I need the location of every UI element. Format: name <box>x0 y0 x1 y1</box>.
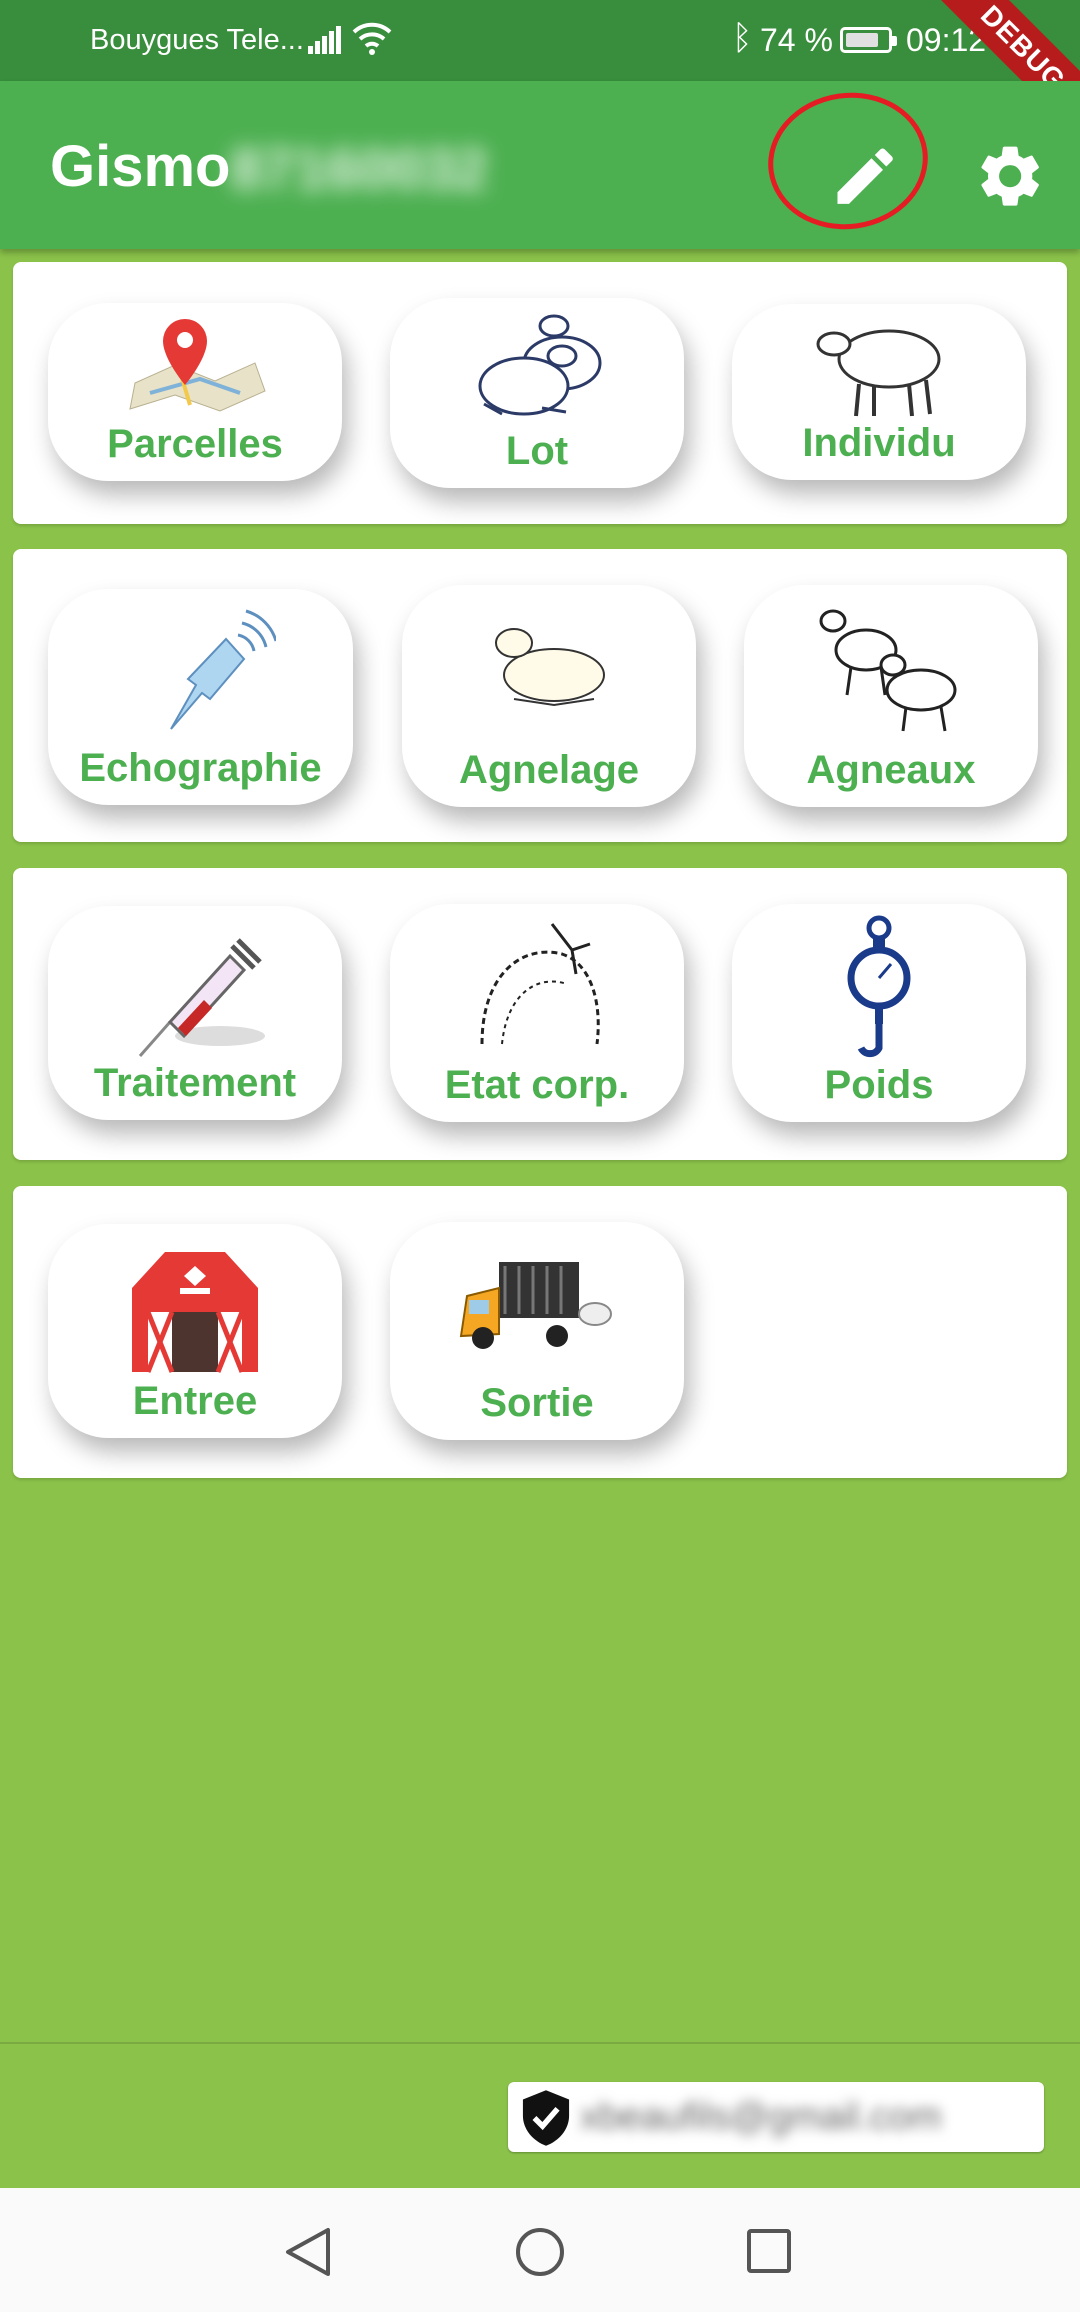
tile-echographie[interactable]: Echographie <box>48 589 353 805</box>
tile-etat-corp[interactable]: Etat corp. <box>390 904 684 1122</box>
app-title: Gismo <box>50 134 231 199</box>
tile-agnelage[interactable]: Agnelage <box>402 585 696 807</box>
map-pin-icon <box>129 319 266 412</box>
card-movements: Entree Sortie <box>13 1186 1067 1478</box>
tile-lot[interactable]: Lot <box>390 298 684 488</box>
pencil-icon <box>837 148 893 204</box>
barn-icon <box>132 1252 258 1373</box>
account-chip[interactable]: xbeaufils@gmail.com <box>508 2082 1044 2152</box>
system-navigation-bar <box>0 2188 1080 2312</box>
wifi-icon <box>352 22 392 55</box>
tile-label: Agnelage <box>458 748 640 792</box>
tile-traitement[interactable]: Traitement <box>48 906 342 1120</box>
card-reproduction: Echographie Agnelage Agneaux <box>13 549 1067 842</box>
account-email: xbeaufils@gmail.com <box>580 2096 942 2138</box>
tile-entree[interactable]: Entree <box>48 1224 342 1438</box>
lamb-lying-icon <box>495 628 605 707</box>
battery-percentage: 74 % <box>760 22 833 58</box>
tile-label: Echographie <box>79 746 322 790</box>
card-health: Traitement Etat corp. Poids <box>13 868 1067 1160</box>
tile-label: Etat corp. <box>444 1063 630 1107</box>
tile-label: Individu <box>802 421 956 465</box>
tile-agneaux[interactable]: Agneaux <box>744 585 1038 807</box>
tile-label: Traitement <box>93 1061 297 1105</box>
syringe-icon <box>138 938 265 1057</box>
battery-icon <box>840 27 897 53</box>
edit-button[interactable] <box>820 131 910 221</box>
tile-parcelles[interactable]: Parcelles <box>48 303 342 481</box>
body-condition-icon <box>480 923 600 1045</box>
tile-poids[interactable]: Poids <box>732 904 1026 1122</box>
verified-shield-icon <box>522 2090 570 2146</box>
back-icon[interactable] <box>284 2226 332 2278</box>
tile-label: Agneaux <box>806 748 976 792</box>
livestock-truck-icon <box>459 1262 612 1349</box>
sheep-icon <box>816 329 941 417</box>
tile-individu[interactable]: Individu <box>732 304 1026 480</box>
tile-label: Entree <box>132 1379 258 1423</box>
recent-apps-icon[interactable] <box>746 2228 792 2274</box>
tile-label: Poids <box>824 1063 934 1107</box>
app-bar: Gismo 87160032 <box>0 81 1080 249</box>
home-icon[interactable] <box>514 2226 566 2278</box>
tile-sortie[interactable]: Sortie <box>390 1222 684 1440</box>
card-parcels-lots: Parcelles Lot Individu <box>13 262 1067 524</box>
status-bar: Bouygues Tele... ᛒ 74 % 09:12 DEBUG <box>0 0 1080 147</box>
signal-icon <box>308 26 341 54</box>
divider <box>0 2042 1080 2044</box>
lambs-icon <box>819 609 957 732</box>
app-id-blurred: 87160032 <box>230 137 489 202</box>
tile-label: Lot <box>505 429 569 473</box>
bluetooth-icon: ᛒ <box>732 19 753 57</box>
ultrasound-probe-icon <box>169 609 276 730</box>
settings-button[interactable] <box>965 131 1055 221</box>
tile-label: Parcelles <box>107 422 283 466</box>
carrier-name: Bouygues Tele... <box>90 24 304 56</box>
tile-label: Sortie <box>480 1381 594 1425</box>
hanging-scale-icon <box>847 915 911 1058</box>
gear-icon <box>981 146 1039 206</box>
sheep-pair-icon <box>478 314 602 416</box>
